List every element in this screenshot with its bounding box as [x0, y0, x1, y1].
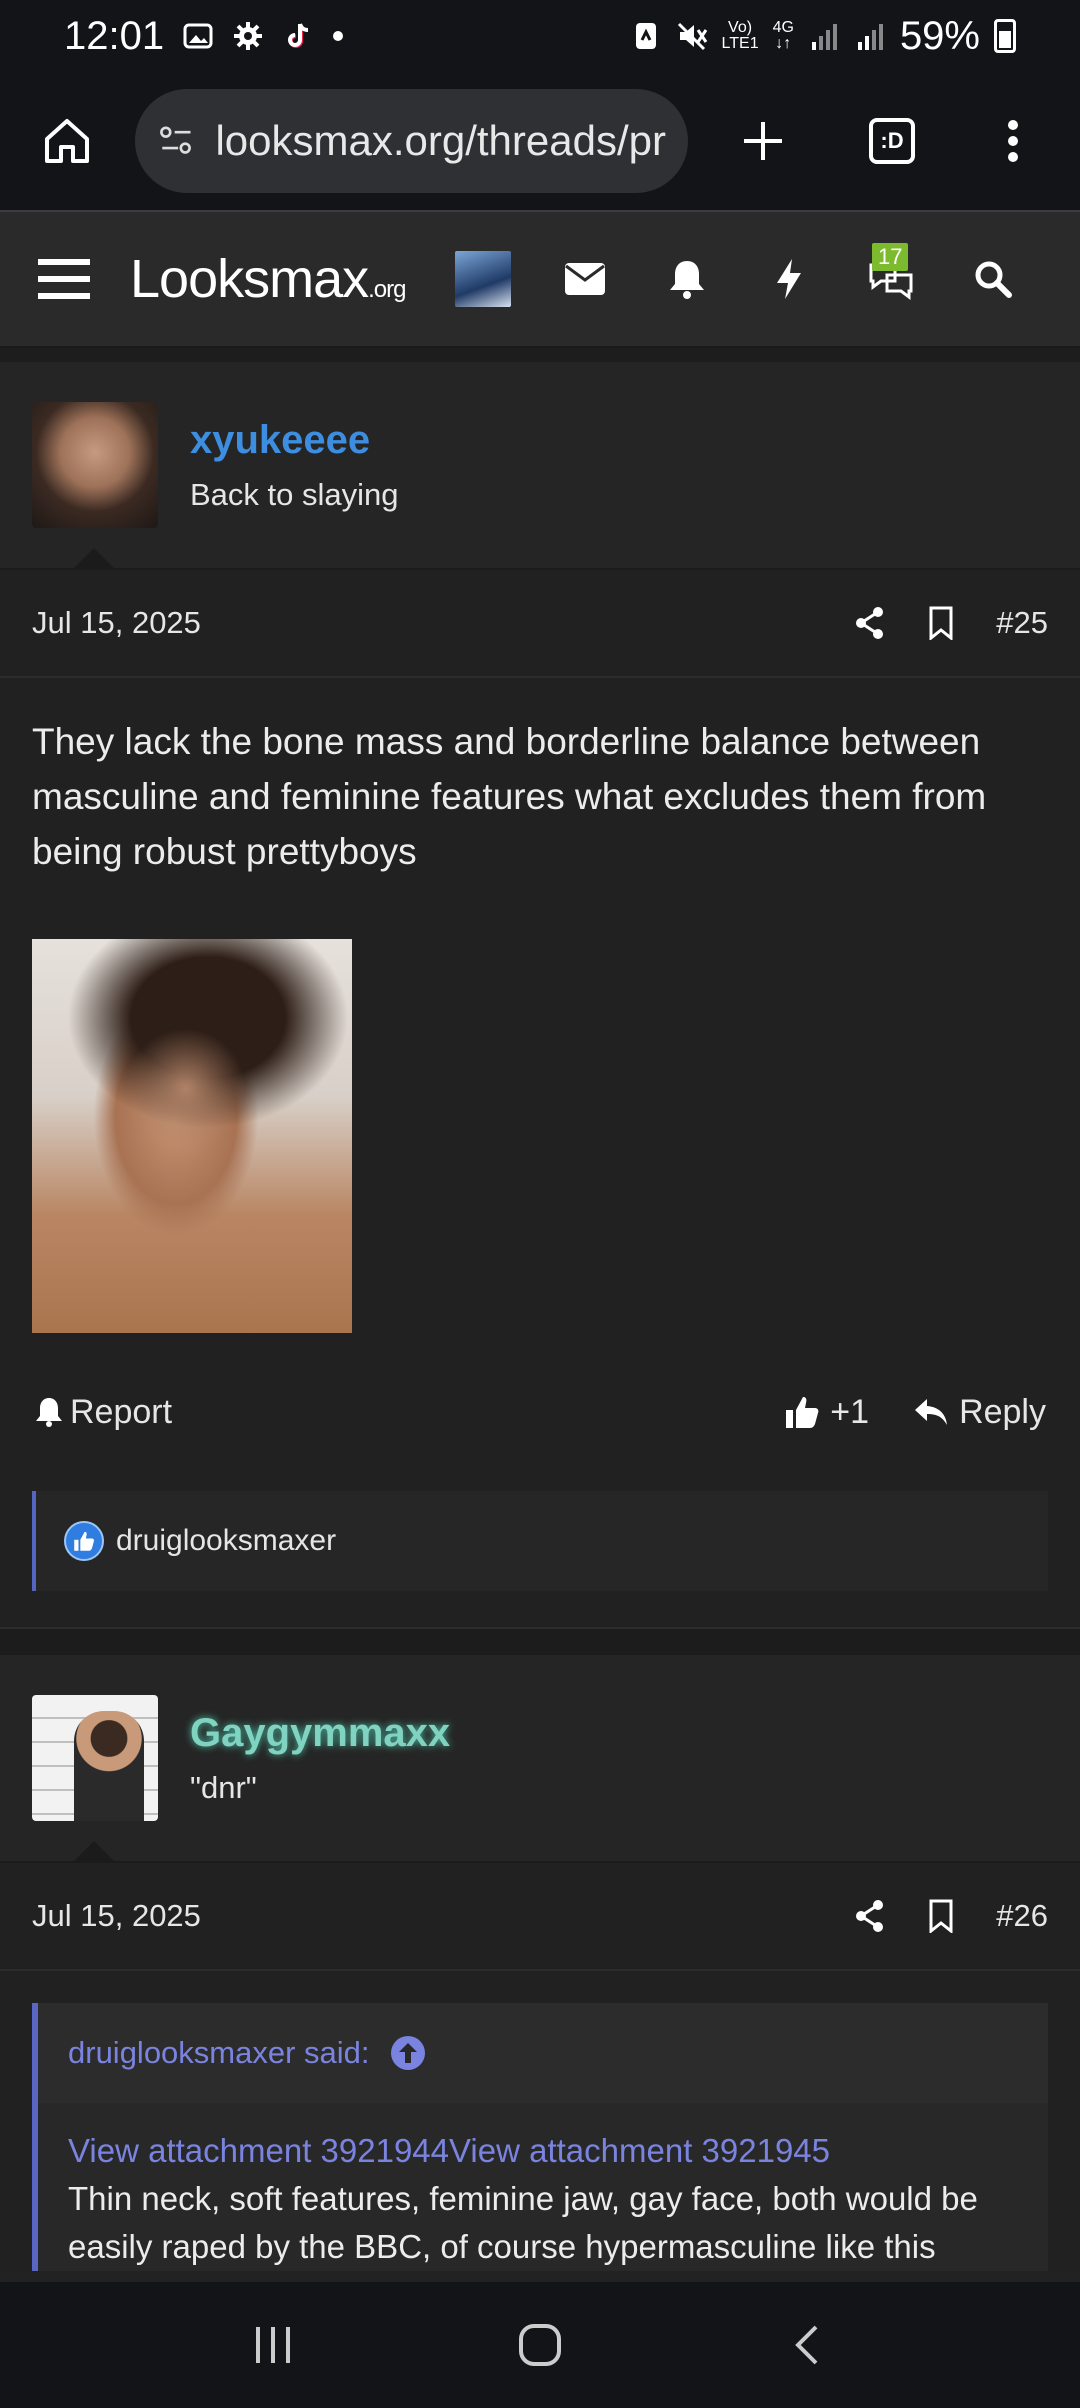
post-number[interactable]: #26	[996, 1898, 1048, 1934]
reply-arrow-icon	[915, 1399, 948, 1425]
signal-icon-1	[811, 24, 837, 50]
bell-icon	[36, 1398, 62, 1427]
gallery-icon	[183, 23, 213, 49]
whats-new-button[interactable]	[738, 239, 840, 319]
browser-toolbar: looksmax.org/threads/pr :D	[0, 72, 1080, 212]
like-count: +1	[830, 1392, 870, 1431]
site-navigation: Looksmax.org 17	[0, 212, 1080, 348]
envelope-icon	[565, 263, 605, 295]
battery-icon	[994, 19, 1016, 53]
quote-text: Thin neck, soft features, feminine jaw, …	[68, 2180, 978, 2265]
post-meta: Jul 15, 2025 #25	[0, 570, 1080, 678]
conversations-badge: 17	[872, 243, 909, 271]
reply-label: Reply	[959, 1392, 1046, 1431]
inbox-button[interactable]	[534, 239, 636, 319]
more-vertical-icon	[1007, 120, 1018, 162]
hamburger-menu-icon[interactable]	[36, 255, 92, 303]
tab-switcher-button[interactable]: :D	[853, 101, 932, 181]
author-avatar[interactable]	[32, 1695, 158, 1821]
thumbs-up-icon	[786, 1397, 819, 1428]
network-type-label: 4G	[772, 19, 794, 36]
post-number[interactable]: #25	[996, 605, 1048, 641]
post-date[interactable]: Jul 15, 2025	[32, 1898, 201, 1934]
post-author-header: Gaygymmaxx "dnr"	[0, 1655, 1080, 1863]
back-chevron-icon	[794, 2325, 818, 2365]
attachment-links[interactable]: View attachment 3921944View attachment 3…	[68, 2127, 1018, 2175]
jump-to-quote-icon[interactable]	[390, 2035, 426, 2071]
post-actions: Report +1 Reply	[0, 1333, 1080, 1491]
recent-apps-icon	[256, 2327, 291, 2363]
battery-percent: 59%	[899, 13, 980, 58]
signal-icon-2	[857, 24, 883, 50]
site-logo[interactable]: Looksmax.org	[130, 248, 406, 310]
status-bar: 12:01 Vo) LTE1 4G ↓↑ 59%	[0, 0, 1080, 72]
reactions-summary[interactable]: druiglooksmaxer	[32, 1491, 1048, 1591]
search-icon	[975, 261, 1012, 298]
new-tab-button[interactable]	[724, 101, 803, 181]
tab-switcher-icon: :D	[868, 118, 915, 164]
lte-label: LTE1	[721, 35, 759, 52]
bookmark-icon[interactable]	[928, 606, 954, 640]
like-reaction-icon	[64, 1521, 104, 1561]
share-icon[interactable]	[854, 1899, 886, 1933]
reply-button[interactable]: Reply	[913, 1393, 1046, 1432]
network-type-indicator: 4G ↓↑	[772, 19, 794, 52]
conversations-button[interactable]: 17	[840, 239, 942, 319]
notification-dot-icon	[333, 31, 344, 41]
author-title: "dnr"	[190, 1769, 257, 1805]
plus-icon	[744, 122, 783, 160]
home-nav-button[interactable]	[480, 2300, 600, 2390]
account-button[interactable]	[432, 239, 534, 319]
report-label: Report	[70, 1392, 173, 1431]
post-date[interactable]: Jul 15, 2025	[32, 605, 201, 641]
system-navigation-bar	[0, 2282, 1080, 2408]
author-username[interactable]: xyukeeee	[190, 418, 399, 463]
url-text: looksmax.org/threads/pr	[215, 117, 666, 164]
home-button[interactable]	[28, 101, 107, 181]
volte-label: Vo)	[728, 19, 753, 36]
post: xyukeeee Back to slaying Jul 15, 2025 #2…	[0, 362, 1080, 1627]
logo-main: Looksmax	[130, 249, 369, 309]
home-circle-icon	[518, 2324, 561, 2366]
quote-header[interactable]: druiglooksmaxer said:	[38, 2003, 1048, 2103]
lightning-icon	[777, 259, 801, 299]
post-author-header: xyukeeee Back to slaying	[0, 362, 1080, 570]
recent-apps-button[interactable]	[213, 2300, 333, 2390]
home-icon	[45, 119, 90, 163]
quote-body: View attachment 3921944View attachment 3…	[38, 2103, 1048, 2271]
back-button[interactable]	[747, 2300, 867, 2390]
quote-block: druiglooksmaxer said: View attachment 39…	[32, 2003, 1048, 2271]
thread-feed: xyukeeee Back to slaying Jul 15, 2025 #2…	[0, 348, 1080, 2282]
feed-top-spacer	[0, 348, 1080, 362]
like-button[interactable]: +1	[784, 1393, 869, 1432]
post-attachment-image[interactable]	[32, 939, 352, 1333]
tiktok-icon	[288, 23, 309, 48]
browser-menu-button[interactable]	[973, 101, 1052, 181]
reaction-username[interactable]: druiglooksmaxer	[116, 1524, 336, 1558]
bell-icon	[670, 261, 704, 299]
settings-gear-icon	[234, 22, 263, 50]
author-title: Back to slaying	[190, 476, 399, 512]
post-meta: Jul 15, 2025 #26	[0, 1863, 1080, 1971]
nfc-icon	[635, 23, 656, 49]
author-avatar[interactable]	[32, 402, 158, 528]
report-button[interactable]: Report	[34, 1393, 172, 1432]
bookmark-icon[interactable]	[928, 1899, 954, 1933]
status-time: 12:01	[64, 13, 165, 58]
search-button[interactable]	[942, 239, 1044, 319]
user-avatar	[455, 251, 511, 307]
post-divider	[0, 1627, 1080, 1655]
mute-icon	[677, 22, 707, 51]
author-username[interactable]: Gaygymmaxx	[190, 1711, 450, 1756]
post: Gaygymmaxx "dnr" Jul 15, 2025 #26 druigl…	[0, 1655, 1080, 2271]
quote-author[interactable]: druiglooksmaxer said:	[68, 2035, 370, 2071]
volte-indicator: Vo) LTE1	[722, 20, 759, 52]
site-settings-icon[interactable]	[157, 119, 196, 163]
post-body: They lack the bone mass and borderline b…	[32, 721, 987, 872]
share-icon[interactable]	[854, 606, 886, 640]
alerts-button[interactable]	[636, 239, 738, 319]
address-bar[interactable]: looksmax.org/threads/pr	[134, 89, 688, 193]
logo-suffix: .org	[368, 276, 406, 303]
